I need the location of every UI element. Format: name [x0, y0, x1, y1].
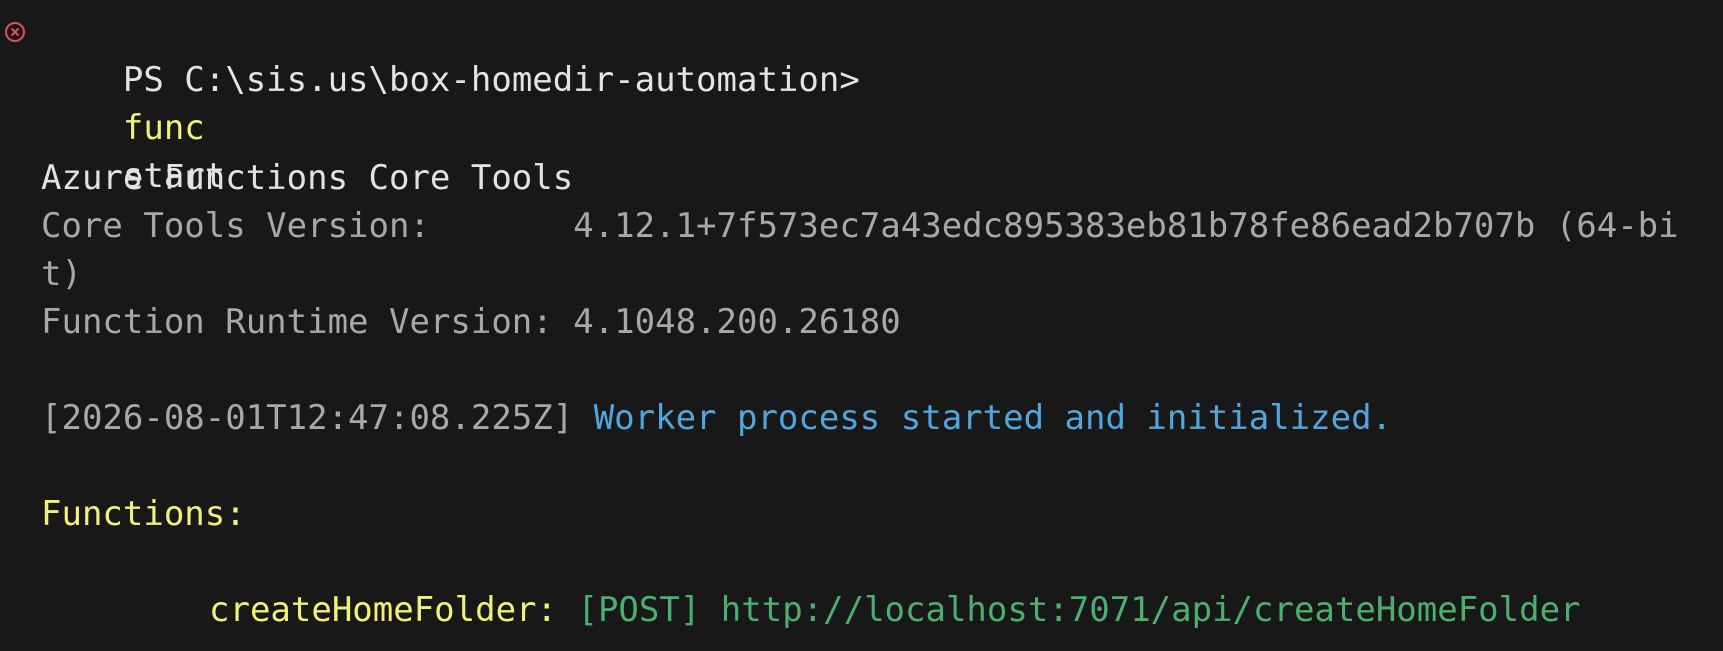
function-entry: createHomeFolder: [POST] http://localhos… [209, 586, 1581, 634]
prompt-command: func [122, 108, 205, 148]
log-message: Worker process started and initialized. [593, 398, 1393, 438]
core-tools-version-value: 4.12.1+7f573ec7a43edc895383eb81b78fe86ea… [573, 206, 1679, 246]
runtime-version-value: 4.1048.200.26180 [573, 302, 901, 342]
prompt-line: PS C:\sis.us\box-homedir-automation> fun… [41, 8, 860, 196]
terminal-output[interactable]: PS C:\sis.us\box-homedir-automation> fun… [0, 0, 1723, 651]
function-name: createHomeFolder: [209, 590, 557, 630]
core-tools-version-wrap: t) [41, 254, 82, 294]
runtime-version-label: Function Runtime Version: [41, 302, 553, 342]
log-timestamp: [2026-08-01T12:47:08.225Z] [41, 398, 574, 438]
core-tools-title: Azure Functions Core Tools [41, 158, 574, 198]
prompt-prefix: PS C:\sis.us\box-homedir-automation> [122, 60, 860, 100]
log-line: [2026-08-01T12:47:08.225Z] Worker proces… [41, 394, 1392, 442]
function-url-link[interactable]: http://localhost:7071/api/createHomeFold… [721, 590, 1581, 630]
core-tools-version-label: Core Tools Version: [41, 206, 430, 246]
runtime-version-line: Function Runtime Version: 4.1048.200.261… [41, 298, 901, 346]
error-circle-icon [5, 22, 25, 42]
function-method: [POST] [577, 590, 701, 630]
functions-heading: Functions: [41, 494, 246, 534]
core-tools-version-line: Core Tools Version: 4.12.1+7f573ec7a43ed… [41, 202, 1679, 250]
